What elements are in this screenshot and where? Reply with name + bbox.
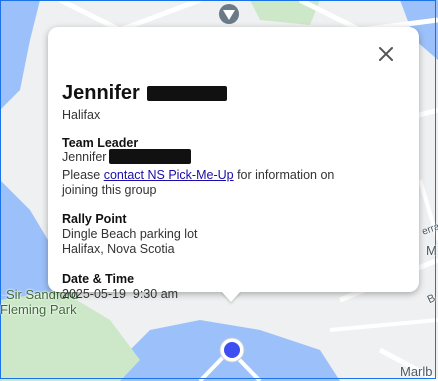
map-pin-icon[interactable]: [218, 336, 246, 364]
contact-prefix: Please: [62, 168, 104, 182]
popup-tail: [221, 291, 241, 302]
close-icon[interactable]: [375, 43, 397, 65]
street-label-marlb: Marlb: [400, 364, 433, 379]
team-leader-name: Jennifer: [62, 149, 107, 164]
participant-name: Jennifer: [62, 81, 140, 104]
contact-line: Please contact NS Pick-Me-Up for informa…: [62, 168, 334, 182]
date-time-value: 2025-05-19 9:30 am: [62, 287, 179, 301]
contact-link[interactable]: contact NS Pick-Me-Up: [104, 168, 234, 182]
redacted-surname: [146, 85, 227, 101]
rally-point-line2: Halifax, Nova Scotia: [62, 242, 175, 256]
date-time-heading: Date & Time: [62, 272, 135, 286]
participant-name-row: Jennifer: [62, 81, 227, 105]
redacted-leader-surname: [109, 149, 192, 164]
team-leader-name-row: Jennifer: [62, 149, 192, 164]
contact-suffix: for information on: [233, 168, 335, 182]
street-label-m: M: [426, 243, 437, 258]
rally-point-heading: Rally Point: [62, 212, 127, 226]
participant-city: Halifax: [62, 108, 101, 122]
rally-point-line1: Dingle Beach parking lot: [62, 227, 198, 241]
team-leader-heading: Team Leader: [62, 136, 139, 150]
contact-line-2: joining this group: [62, 183, 157, 197]
event-info-popup: Jennifer Halifax Team Leader Jennifer Pl…: [48, 27, 419, 301]
park-label-line2: Fleming Park: [0, 302, 77, 317]
